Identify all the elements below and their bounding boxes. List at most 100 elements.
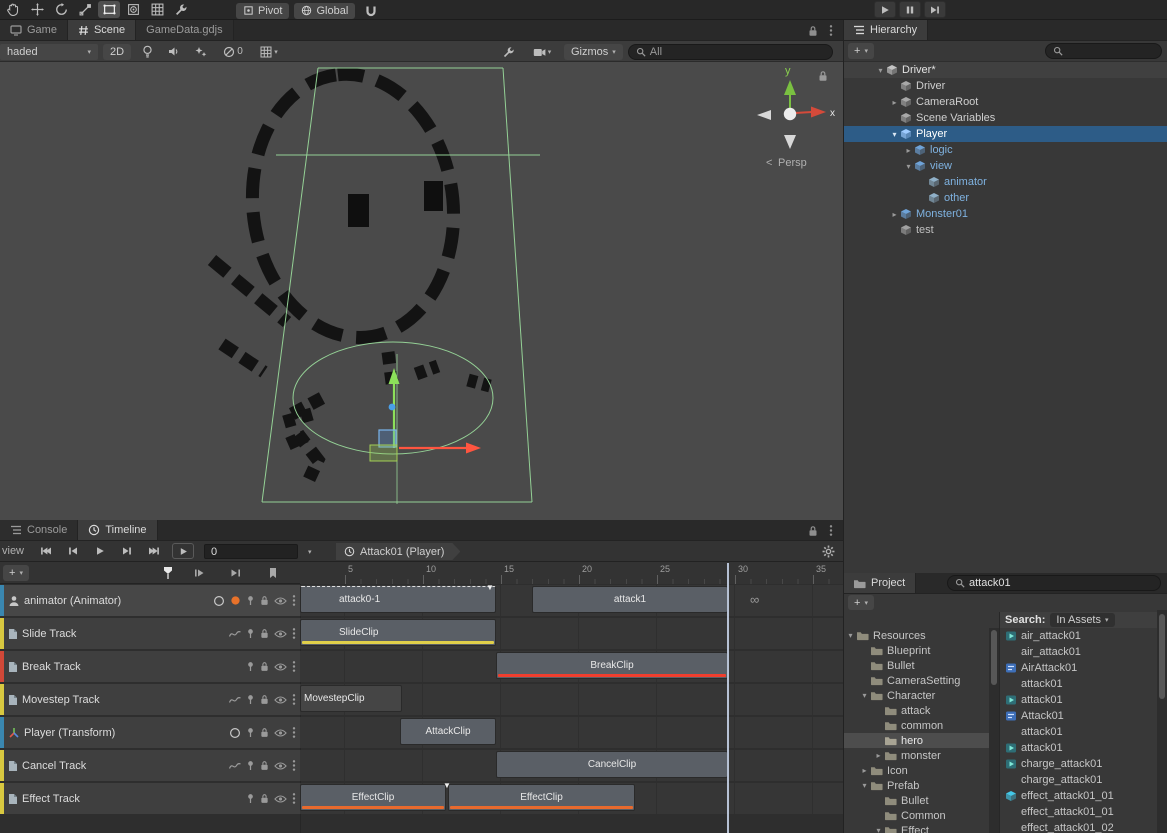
scene-lighting-toggle[interactable] [136, 43, 158, 60]
track-header-slide[interactable]: Slide Track [0, 618, 300, 649]
axis-negx-cone[interactable] [757, 110, 771, 120]
tab-hierarchy[interactable]: Hierarchy [843, 20, 928, 40]
folder-resources[interactable]: ▾Resources [843, 628, 989, 643]
orientation-gizmo[interactable]: y x < Persp [757, 65, 835, 169]
track-menu-icon[interactable] [292, 594, 296, 607]
clip-effect-1[interactable]: EffectClip [300, 784, 446, 811]
lock-icon[interactable] [260, 694, 269, 705]
gizmo-center[interactable] [784, 108, 796, 120]
gizmo-x-arrow[interactable] [466, 443, 481, 454]
pin-icon[interactable] [246, 727, 255, 738]
track-lane-animator[interactable]: attack0-1 ▼ attack1 ∞ [300, 585, 843, 616]
collapse-icon[interactable]: ▾ [873, 826, 884, 833]
curves-icon[interactable] [229, 696, 241, 704]
ground-handle[interactable] [370, 445, 397, 461]
result-item[interactable]: air_attack01 [1000, 644, 1157, 660]
track-offset-icon[interactable] [229, 727, 241, 739]
goto-start-button[interactable] [34, 543, 58, 559]
hierarchy-item-test[interactable]: test [843, 222, 1167, 238]
result-item[interactable]: charge_attack01 [1000, 756, 1157, 772]
panel-lock-icon[interactable] [808, 25, 818, 37]
preview-toggle[interactable]: view [2, 545, 24, 557]
pause-button[interactable] [899, 1, 921, 18]
timeline-duration-line[interactable] [727, 563, 729, 833]
expand-icon[interactable]: ▸ [873, 751, 884, 760]
rect-tool-button[interactable] [98, 1, 120, 18]
pin-icon[interactable] [246, 595, 255, 606]
scene-viewport[interactable]: y x < Persp [0, 62, 843, 520]
hierarchy-item-view[interactable]: ▾view [843, 158, 1167, 174]
folder-character[interactable]: ▾Character [843, 688, 989, 703]
results-scrollbar[interactable] [1157, 610, 1167, 833]
play-range-button[interactable] [172, 543, 194, 559]
hierarchy-add-button[interactable]: +▾ [848, 43, 874, 59]
pivot-toggle[interactable]: Pivot [236, 3, 289, 19]
track-menu-icon[interactable] [292, 726, 296, 739]
eye-icon[interactable] [274, 794, 287, 804]
panel-menu-icon[interactable] [829, 524, 833, 537]
scrollbar-thumb[interactable] [991, 630, 997, 685]
clip-attack1[interactable]: attack1 [532, 586, 728, 613]
projection-label[interactable]: Persp [778, 157, 807, 169]
tab-gamedata[interactable]: GameData.gdjs [136, 20, 233, 40]
tab-project[interactable]: Project [843, 573, 916, 593]
step-button[interactable] [924, 1, 946, 18]
track-lane-break[interactable]: BreakClip [300, 651, 843, 682]
result-item[interactable]: attack01 [1000, 724, 1157, 740]
panel-divider[interactable] [843, 20, 844, 833]
track-header-player-transform[interactable]: Player (Transform) [0, 717, 300, 748]
eye-icon[interactable] [274, 761, 287, 771]
folder-common[interactable]: common [843, 718, 989, 733]
track-lane-slide[interactable]: SlideClip [300, 618, 843, 649]
collapse-icon[interactable]: ▾ [845, 631, 856, 640]
hierarchy-item-logic[interactable]: ▸logic [843, 142, 1167, 158]
eye-icon[interactable] [274, 596, 287, 606]
rotate-tool-button[interactable] [50, 1, 72, 18]
transform-tool-button[interactable] [122, 1, 144, 18]
track-header-break[interactable]: Break Track [0, 651, 300, 682]
folder-hero[interactable]: hero [843, 733, 989, 748]
folder-prefab-bullet[interactable]: Bullet [843, 793, 989, 808]
shading-mode-dropdown[interactable]: haded▾ [0, 44, 98, 60]
folder-prefab-common[interactable]: Common [843, 808, 989, 823]
track-menu-icon[interactable] [292, 627, 296, 640]
clip-attack0-1[interactable]: attack0-1 [300, 586, 496, 613]
frame-dropdown-icon[interactable]: ▾ [308, 548, 312, 556]
prev-frame-button[interactable] [61, 543, 85, 559]
curves-icon[interactable] [229, 762, 241, 770]
lock-icon[interactable] [260, 760, 269, 771]
expand-icon[interactable]: ▸ [859, 766, 870, 775]
folder-blueprint[interactable]: Blueprint [843, 643, 989, 658]
snap-toggle[interactable] [360, 2, 382, 19]
frame-input[interactable]: 0 [204, 544, 298, 559]
timeline-play-button[interactable] [88, 543, 112, 559]
panel-lock-icon[interactable] [808, 525, 818, 537]
selection-box[interactable] [379, 430, 396, 447]
goto-end-button[interactable] [142, 543, 166, 559]
folder-prefab[interactable]: ▾Prefab [843, 778, 989, 793]
timeline-breadcrumb[interactable]: Attack01 (Player) [336, 543, 460, 560]
hand-tool-button[interactable] [2, 1, 24, 18]
collapse-icon[interactable]: ▾ [889, 130, 900, 139]
result-item[interactable]: air_attack01 [1000, 628, 1157, 644]
scene-visibility-toggle[interactable]: 0 [217, 43, 249, 60]
hierarchy-search-input[interactable] [1045, 43, 1162, 59]
marker-flag-icon[interactable] [268, 567, 278, 579]
next-frame-button[interactable] [115, 543, 139, 559]
result-item[interactable]: effect_attack01_02 [1000, 820, 1157, 833]
pin-icon[interactable] [246, 694, 255, 705]
lock-icon[interactable] [260, 727, 269, 738]
eye-icon[interactable] [274, 662, 287, 672]
eye-icon[interactable] [274, 629, 287, 639]
eye-icon[interactable] [274, 728, 287, 738]
result-item[interactable]: charge_attack01 [1000, 772, 1157, 788]
scene-audio-toggle[interactable] [163, 43, 185, 60]
track-lane-cancel[interactable]: CancelClip [300, 750, 843, 781]
play-button[interactable] [874, 1, 896, 18]
collapse-icon[interactable]: ▾ [875, 66, 886, 75]
goto-clip-start-icon[interactable] [194, 568, 206, 578]
hierarchy-item-driver[interactable]: Driver [843, 78, 1167, 94]
search-scope-dropdown[interactable]: In Assets▾ [1050, 613, 1114, 627]
collapse-icon[interactable]: ▾ [903, 162, 914, 171]
scene-effects-toggle[interactable] [190, 43, 212, 60]
